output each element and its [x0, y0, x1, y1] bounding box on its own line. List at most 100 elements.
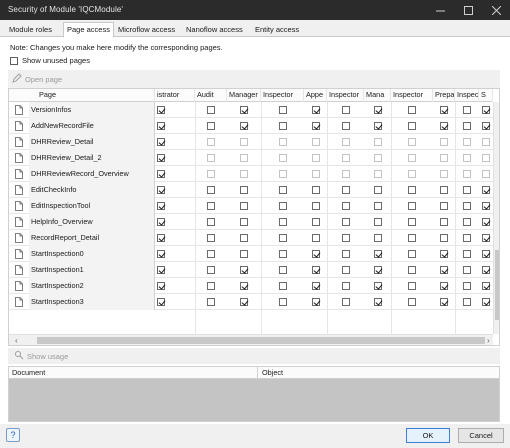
- tab-module-roles[interactable]: Module roles: [6, 23, 55, 37]
- access-checkbox[interactable]: [207, 202, 215, 210]
- column-header-role[interactable]: Inspector: [455, 89, 479, 102]
- access-checkbox[interactable]: [157, 106, 165, 114]
- access-checkbox[interactable]: [207, 298, 215, 306]
- table-row[interactable]: DHRReviewRecord_Overview: [9, 166, 493, 182]
- access-checkbox[interactable]: [312, 282, 320, 290]
- access-checkbox[interactable]: [482, 138, 490, 146]
- access-checkbox[interactable]: [408, 266, 416, 274]
- access-checkbox[interactable]: [374, 186, 382, 194]
- access-checkbox[interactable]: [374, 202, 382, 210]
- access-checkbox[interactable]: [207, 282, 215, 290]
- access-checkbox[interactable]: [157, 250, 165, 258]
- access-checkbox[interactable]: [240, 186, 248, 194]
- column-header-document[interactable]: Document: [9, 367, 45, 379]
- access-checkbox[interactable]: [482, 106, 490, 114]
- access-checkbox[interactable]: [312, 106, 320, 114]
- tab-page-access[interactable]: Page access: [63, 22, 114, 38]
- table-row[interactable]: StartInspection2: [9, 278, 493, 294]
- access-checkbox[interactable]: [482, 250, 490, 258]
- access-checkbox[interactable]: [157, 170, 165, 178]
- access-checkbox[interactable]: [240, 202, 248, 210]
- access-checkbox[interactable]: [482, 218, 490, 226]
- access-checkbox[interactable]: [374, 234, 382, 242]
- access-checkbox[interactable]: [482, 122, 490, 130]
- access-checkbox[interactable]: [440, 218, 448, 226]
- access-checkbox[interactable]: [312, 186, 320, 194]
- access-checkbox[interactable]: [279, 202, 287, 210]
- access-checkbox[interactable]: [440, 202, 448, 210]
- access-checkbox[interactable]: [374, 266, 382, 274]
- column-header-role[interactable]: Inspector: [261, 89, 304, 102]
- close-icon[interactable]: [482, 0, 510, 20]
- access-checkbox[interactable]: [279, 154, 287, 162]
- access-checkbox[interactable]: [463, 186, 471, 194]
- access-checkbox[interactable]: [463, 234, 471, 242]
- access-checkbox[interactable]: [342, 138, 350, 146]
- column-header-role[interactable]: Inspector: [391, 89, 433, 102]
- checkbox[interactable]: [10, 56, 18, 65]
- access-checkbox[interactable]: [240, 298, 248, 306]
- access-checkbox[interactable]: [342, 298, 350, 306]
- access-checkbox[interactable]: [240, 282, 248, 290]
- access-checkbox[interactable]: [440, 186, 448, 194]
- access-checkbox[interactable]: [482, 234, 490, 242]
- access-checkbox[interactable]: [408, 186, 416, 194]
- access-checkbox[interactable]: [312, 218, 320, 226]
- access-checkbox[interactable]: [440, 154, 448, 162]
- column-header-role[interactable]: Prepa: [433, 89, 455, 102]
- access-checkbox[interactable]: [482, 266, 490, 274]
- access-checkbox[interactable]: [207, 250, 215, 258]
- access-checkbox[interactable]: [157, 122, 165, 130]
- access-checkbox[interactable]: [342, 122, 350, 130]
- access-checkbox[interactable]: [342, 202, 350, 210]
- access-checkbox[interactable]: [312, 298, 320, 306]
- access-checkbox[interactable]: [240, 122, 248, 130]
- access-checkbox[interactable]: [408, 250, 416, 258]
- show-unused-checkbox[interactable]: Show unused pages: [10, 56, 90, 65]
- access-checkbox[interactable]: [408, 234, 416, 242]
- access-checkbox[interactable]: [312, 234, 320, 242]
- access-checkbox[interactable]: [440, 122, 448, 130]
- column-header-role[interactable]: Mana: [364, 89, 391, 102]
- access-checkbox[interactable]: [463, 202, 471, 210]
- access-checkbox[interactable]: [157, 266, 165, 274]
- tab-entity-access[interactable]: Entity access: [252, 23, 302, 37]
- table-row[interactable]: HelpInfo_Overview: [9, 214, 493, 230]
- access-checkbox[interactable]: [240, 234, 248, 242]
- access-checkbox[interactable]: [157, 298, 165, 306]
- tab-nanoflow-access[interactable]: Nanoflow access: [183, 23, 246, 37]
- column-header-role[interactable]: Appe: [304, 89, 327, 102]
- access-checkbox[interactable]: [408, 106, 416, 114]
- column-header-role[interactable]: Inspector: [327, 89, 364, 102]
- access-checkbox[interactable]: [374, 282, 382, 290]
- access-checkbox[interactable]: [240, 250, 248, 258]
- access-checkbox[interactable]: [374, 170, 382, 178]
- cancel-button[interactable]: Cancel: [458, 428, 504, 443]
- access-checkbox[interactable]: [207, 106, 215, 114]
- access-checkbox[interactable]: [342, 154, 350, 162]
- access-checkbox[interactable]: [279, 186, 287, 194]
- access-checkbox[interactable]: [408, 154, 416, 162]
- access-checkbox[interactable]: [463, 122, 471, 130]
- table-row[interactable]: VersionInfos: [9, 102, 493, 118]
- table-row[interactable]: StartInspection1: [9, 262, 493, 278]
- access-checkbox[interactable]: [157, 154, 165, 162]
- access-checkbox[interactable]: [408, 218, 416, 226]
- access-checkbox[interactable]: [157, 202, 165, 210]
- scroll-thumb[interactable]: [495, 250, 499, 320]
- access-checkbox[interactable]: [207, 170, 215, 178]
- access-checkbox[interactable]: [482, 170, 490, 178]
- access-checkbox[interactable]: [463, 298, 471, 306]
- access-checkbox[interactable]: [440, 298, 448, 306]
- access-checkbox[interactable]: [463, 106, 471, 114]
- access-checkbox[interactable]: [374, 138, 382, 146]
- access-checkbox[interactable]: [312, 138, 320, 146]
- access-checkbox[interactable]: [463, 266, 471, 274]
- access-checkbox[interactable]: [408, 282, 416, 290]
- table-row[interactable]: StartInspection3: [9, 294, 493, 310]
- access-checkbox[interactable]: [342, 250, 350, 258]
- table-row[interactable]: RecordReport_Detail: [9, 230, 493, 246]
- access-checkbox[interactable]: [157, 234, 165, 242]
- access-checkbox[interactable]: [279, 234, 287, 242]
- column-header-role[interactable]: Audit: [195, 89, 227, 102]
